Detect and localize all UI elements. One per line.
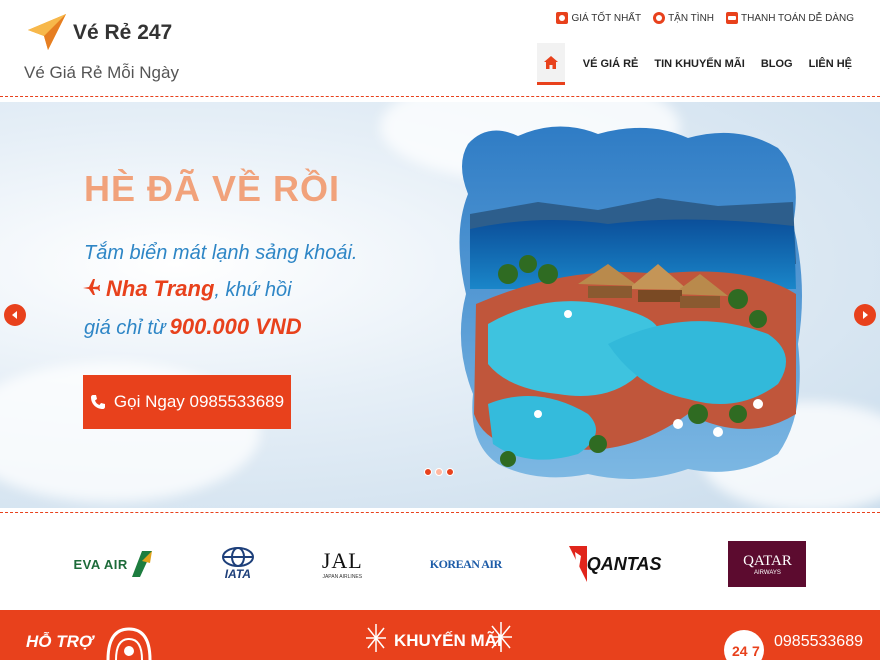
partner-subtitle: JAPAN AIRLINES: [322, 574, 363, 580]
firework-icon: [366, 624, 386, 652]
airline-partners: EVA AIR IATA JAL JAPAN AIRLINES KOREAN A…: [0, 520, 880, 608]
korean-air-logo[interactable]: KOREAN AIR: [429, 534, 503, 594]
main-nav: VÉ GIÁ RẺ TIN KHUYẾN MÃI BLOG LIÊN HỆ: [536, 43, 860, 85]
util-best-price[interactable]: GIÁ TỐT NHẤT: [556, 12, 641, 24]
hero-destination-line: Nha Trang, khứ hồi: [82, 276, 292, 302]
nav-item-cheap-tickets[interactable]: VÉ GIÁ RẺ: [575, 58, 647, 70]
brand-name: Vé Rẻ 247: [73, 21, 173, 44]
nav-item-contact[interactable]: LIÊN HỆ: [801, 58, 860, 70]
qantas-logo[interactable]: QANTAS: [568, 534, 662, 594]
home-icon: [543, 56, 558, 69]
eva-air-emblem-icon: [131, 551, 152, 577]
chevron-left-icon: [12, 311, 17, 319]
kangaroo-icon: [568, 546, 587, 582]
partner-subtitle: AIRWAYS: [754, 569, 781, 576]
slider-dot[interactable]: [446, 468, 454, 476]
call-now-label: Gọi Ngay 0985533689: [113, 392, 285, 411]
promotion-heading: KHUYẾN MÃI: [394, 631, 502, 650]
partner-name: QANTAS: [586, 553, 662, 574]
util-support[interactable]: TẬN TÌNH: [653, 12, 714, 24]
svg-text:24: 24: [732, 643, 748, 659]
site-logo[interactable]: Vé Rẻ 247: [26, 12, 172, 52]
firework-icon: [490, 622, 512, 652]
qatar-airways-logo[interactable]: QATAR AIRWAYS: [728, 534, 807, 594]
partner-name: IATA: [224, 567, 251, 581]
airplane-icon: [83, 279, 100, 295]
hero-price: 900.000 VND: [169, 314, 302, 339]
partner-name: KOREAN AIR: [429, 556, 503, 571]
hero-subtitle: Tắm biển mát lạnh sảng khoái.: [84, 242, 358, 264]
iata-logo[interactable]: IATA: [221, 534, 255, 594]
call-now-button[interactable]: Gọi Ngay 0985533689: [83, 375, 291, 429]
slider-dot[interactable]: [435, 468, 443, 476]
partner-name: JAL: [321, 548, 363, 573]
site-header: Vé Rẻ 247 Vé Giá Rẻ Mỗi Ngày GIÁ TỐT NHẤ…: [0, 0, 880, 96]
eva-air-logo[interactable]: EVA AIR: [74, 534, 154, 594]
hero-slider: HÈ ĐÃ VỀ RỒI Tắm biển mát lạnh sảng khoá…: [0, 102, 880, 508]
nav-item-promotions[interactable]: TIN KHUYẾN MÃI: [646, 58, 752, 70]
hero-title: HÈ ĐÃ VỀ RỒI: [84, 168, 341, 209]
payment-icon: [726, 12, 739, 24]
util-label: TẬN TÌNH: [668, 12, 715, 24]
slider-pagination: [424, 468, 454, 476]
slider-dot[interactable]: [424, 468, 432, 476]
partner-name: EVA AIR: [73, 556, 128, 572]
util-label: GIÁ TỐT NHẤT: [571, 12, 642, 24]
resort-photo: [459, 126, 802, 479]
support-agent-icon: [106, 627, 152, 660]
util-label: THANH TOÁN DỄ DÀNG: [741, 12, 854, 24]
support-icon: [653, 12, 666, 24]
page: Vé Rẻ 247 Vé Giá Rẻ Mỗi Ngày GIÁ TỐT NHẤ…: [0, 0, 880, 660]
paper-plane-logo-icon: [28, 14, 66, 50]
hotline-number[interactable]: 0985533689: [774, 633, 863, 651]
nav-item-blog[interactable]: BLOG: [753, 58, 801, 70]
hero-trip-type: , khứ hồi: [214, 279, 292, 301]
hero-destination: Nha Trang: [106, 276, 215, 301]
brand-tagline: Vé Giá Rẻ Mỗi Ngày: [24, 63, 179, 82]
info-bar: HỖ TRỢ KHUYẾN MÃI 24 7 0985533689: [0, 610, 880, 660]
chevron-right-icon: [863, 311, 868, 319]
hotline-24-7-icon: 24 7: [724, 630, 764, 660]
support-heading: HỖ TRỢ: [26, 632, 94, 651]
hero-divider: [0, 512, 880, 513]
price-tag-icon: [556, 12, 569, 24]
nav-home[interactable]: [536, 43, 565, 85]
slider-next-button[interactable]: [854, 304, 876, 326]
partner-name: QATAR: [743, 552, 792, 569]
header-utilities: GIÁ TỐT NHẤT TẬN TÌNH THANH TOÁN DỄ DÀNG: [556, 12, 854, 24]
hero-price-line: giá chỉ từ 900.000 VND: [84, 314, 302, 340]
iata-globe-icon: [221, 547, 254, 567]
slider-prev-button[interactable]: [4, 304, 26, 326]
phone-icon: [90, 395, 105, 409]
jal-logo[interactable]: JAL JAPAN AIRLINES: [322, 534, 363, 594]
util-payment[interactable]: THANH TOÁN DỄ DÀNG: [726, 12, 854, 24]
header-divider: [0, 96, 880, 97]
svg-text:7: 7: [752, 643, 760, 659]
qatar-badge: QATAR AIRWAYS: [728, 541, 807, 587]
hero-price-prefix: giá chỉ từ: [84, 317, 166, 339]
